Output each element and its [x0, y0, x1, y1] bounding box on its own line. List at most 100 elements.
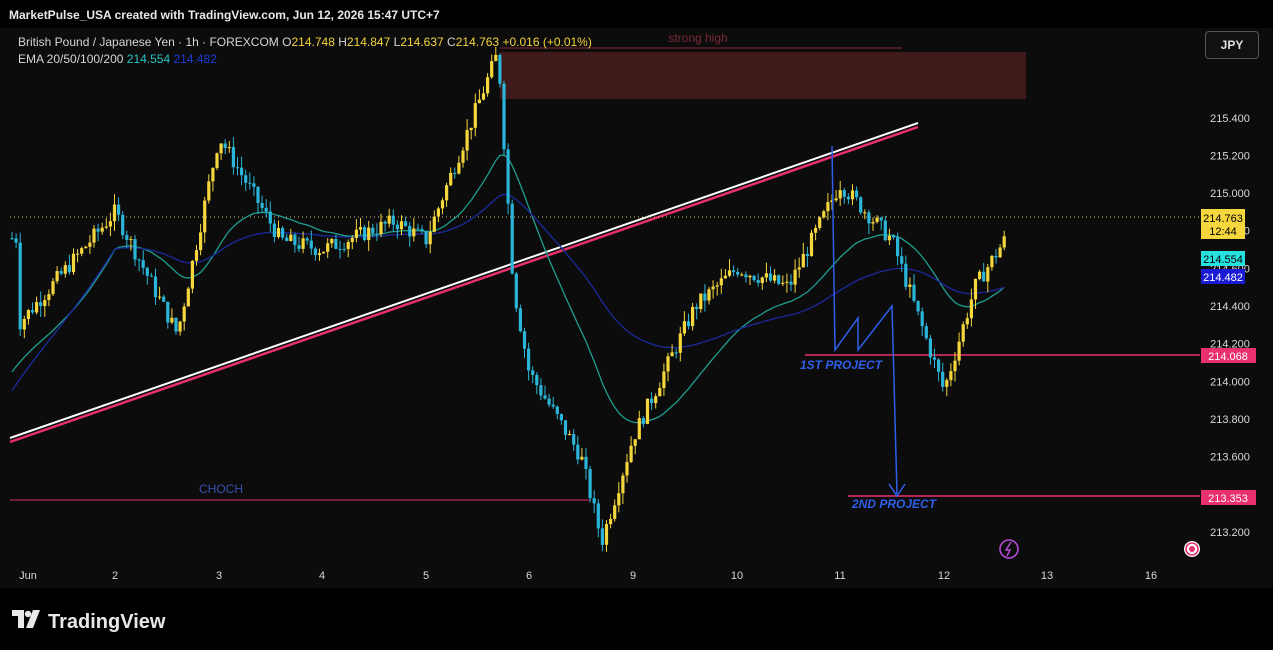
candle-body[interactable] — [941, 371, 945, 387]
candle-body[interactable] — [461, 150, 465, 163]
candle-body[interactable] — [317, 253, 322, 256]
candle-body[interactable] — [514, 273, 518, 309]
candle-body[interactable] — [174, 317, 178, 332]
candle-body[interactable] — [276, 227, 281, 238]
candle-body[interactable] — [592, 498, 596, 504]
candle-body[interactable] — [334, 238, 338, 249]
candle-body[interactable] — [129, 239, 133, 241]
candle-body[interactable] — [978, 271, 982, 279]
chart-area[interactable]: strong high CHOCH 1ST PROJECT 2ND PROJEC… — [0, 28, 1273, 588]
candle-body[interactable] — [842, 190, 846, 197]
candle-body[interactable] — [760, 277, 764, 283]
candle-body[interactable] — [436, 208, 440, 217]
candle-body[interactable] — [937, 359, 941, 372]
candle-body[interactable] — [350, 237, 354, 243]
candle-body[interactable] — [723, 275, 727, 279]
candle-body[interactable] — [871, 221, 875, 224]
candle-body[interactable] — [80, 248, 84, 254]
candle-body[interactable] — [965, 318, 969, 325]
candle-body[interactable] — [695, 306, 699, 310]
candle-body[interactable] — [711, 286, 715, 290]
tradingview-logo[interactable]: TradingView — [12, 610, 165, 634]
candle-body[interactable] — [814, 227, 818, 233]
candle-body[interactable] — [186, 288, 190, 307]
candle-body[interactable] — [715, 285, 719, 287]
candle-body[interactable] — [621, 475, 625, 494]
candle-body[interactable] — [527, 348, 531, 371]
candle-body[interactable] — [572, 434, 576, 445]
candle-body[interactable] — [859, 197, 863, 213]
candle-body[interactable] — [563, 420, 568, 435]
candle-body[interactable] — [104, 226, 108, 228]
candle-body[interactable] — [973, 278, 978, 300]
candle-body[interactable] — [867, 212, 871, 224]
candle-body[interactable] — [768, 273, 773, 281]
candle-body[interactable] — [326, 243, 330, 252]
candle-body[interactable] — [670, 352, 674, 357]
candle-body[interactable] — [268, 211, 272, 224]
candle-body[interactable] — [809, 232, 814, 257]
candle-body[interactable] — [584, 456, 588, 469]
candle-body[interactable] — [691, 306, 695, 327]
candle-body[interactable] — [502, 83, 506, 150]
candle-body[interactable] — [194, 250, 199, 261]
candle-body[interactable] — [719, 278, 723, 286]
candle-body[interactable] — [182, 306, 186, 322]
candle-body[interactable] — [445, 185, 449, 201]
candle-body[interactable] — [100, 227, 104, 232]
candle-body[interactable] — [789, 281, 793, 285]
candle-body[interactable] — [609, 518, 613, 525]
candle-body[interactable] — [207, 181, 211, 201]
candle-body[interactable] — [744, 274, 748, 278]
candle-body[interactable] — [477, 99, 481, 104]
candle-body[interactable] — [896, 237, 900, 257]
candle-body[interactable] — [428, 231, 432, 245]
candle-body[interactable] — [580, 456, 584, 460]
candle-body[interactable] — [576, 444, 580, 460]
candle-body[interactable] — [822, 211, 826, 218]
candle-body[interactable] — [900, 256, 904, 264]
candle-body[interactable] — [535, 374, 539, 386]
candle-body[interactable] — [555, 406, 559, 415]
candle-body[interactable] — [88, 242, 92, 247]
candle-body[interactable] — [998, 247, 1002, 258]
candle-body[interactable] — [117, 204, 121, 215]
candle-body[interactable] — [863, 212, 867, 214]
candle-body[interactable] — [153, 276, 158, 298]
candle-body[interactable] — [395, 224, 399, 230]
candle-body[interactable] — [588, 468, 592, 499]
candle-body[interactable] — [293, 234, 297, 246]
candle-body[interactable] — [92, 228, 96, 243]
candle-body[interactable] — [641, 418, 645, 424]
candle-body[interactable] — [486, 77, 490, 94]
candle-body[interactable] — [986, 267, 990, 282]
candle-body[interactable] — [855, 190, 859, 198]
candle-body[interactable] — [55, 271, 59, 282]
candle-body[interactable] — [650, 398, 654, 404]
candle-body[interactable] — [699, 293, 703, 310]
candle-body[interactable] — [846, 196, 850, 200]
candle-body[interactable] — [309, 240, 313, 249]
candle-body[interactable] — [875, 217, 879, 222]
candle-body[interactable] — [141, 260, 145, 268]
candle-body[interactable] — [707, 289, 711, 301]
candle-body[interactable] — [223, 143, 227, 149]
candle-body[interactable] — [543, 395, 547, 399]
candle-body[interactable] — [682, 321, 686, 334]
candle-body[interactable] — [178, 321, 182, 332]
candle-body[interactable] — [1002, 236, 1006, 248]
candle-body[interactable] — [203, 200, 207, 233]
candle-body[interactable] — [797, 267, 801, 270]
candle-body[interactable] — [633, 439, 637, 446]
candle-body[interactable] — [383, 221, 387, 224]
candle-body[interactable] — [297, 245, 301, 249]
candle-body[interactable] — [96, 228, 100, 232]
candle-body[interactable] — [264, 207, 268, 212]
candle-body[interactable] — [662, 371, 666, 389]
candle-body[interactable] — [945, 380, 949, 387]
candle-body[interactable] — [231, 147, 235, 168]
candle-body[interactable] — [30, 310, 35, 313]
candle-body[interactable] — [736, 271, 740, 275]
candle-body[interactable] — [281, 227, 285, 238]
candle-body[interactable] — [375, 233, 379, 235]
